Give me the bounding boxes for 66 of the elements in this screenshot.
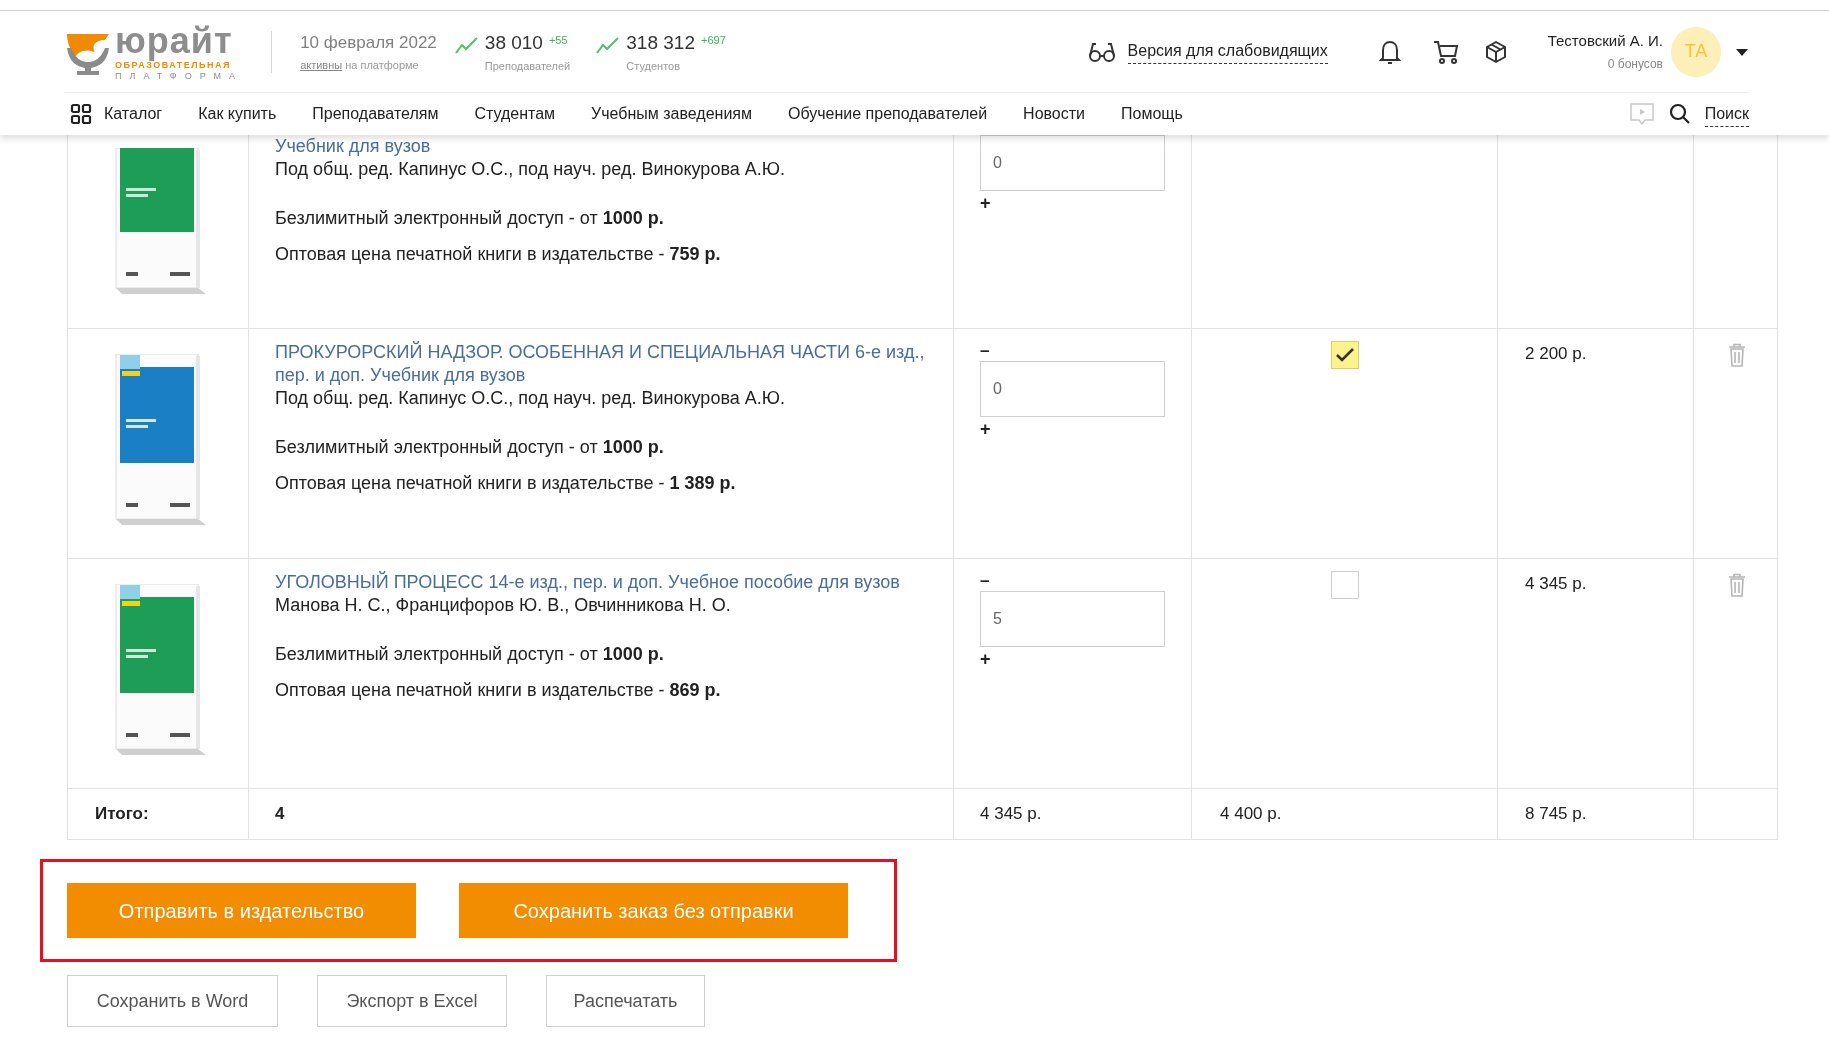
user-name[interactable]: Тестовский А. И. [1547, 30, 1663, 53]
stat-delta: +697 [700, 32, 726, 48]
access-price: Безлимитный электронный доступ - от 1000 р. [275, 436, 665, 459]
book-authors: Под общ. ред. Капинус О.С., под науч. ред. Винокурова А.Ю. [275, 387, 786, 410]
stat-caption: Преподавателей [484, 59, 571, 74]
nav-link[interactable]: Как купить [198, 102, 277, 126]
nav-link[interactable]: Обучение преподавателей [788, 102, 988, 126]
low-vision-version-link[interactable]: Версия для слабовидящих [1127, 39, 1328, 64]
book-title-link[interactable]: УГОЛОВНЫЙ ПРОЦЕСС 14-е изд., пер. и доп. Учебное пособие для вузов [275, 571, 933, 594]
logo-tagline: ПЛАТФОРМА [115, 71, 244, 81]
secondary-button[interactable]: Сохранить в Word [67, 975, 278, 1027]
wholesale-price: Оптовая цена печатной книги в издательстве - 869 р. [275, 679, 722, 702]
stat-delta: +55 [548, 32, 568, 48]
quantity-field[interactable]: 0 [980, 135, 1165, 191]
stat-value: 318 312 [626, 30, 695, 55]
nav-link[interactable]: Новости [1023, 102, 1085, 126]
increase-button[interactable]: + [980, 649, 991, 669]
grid-icon [70, 103, 92, 125]
checkbox[interactable] [1330, 571, 1359, 599]
total-count: 4 [275, 803, 285, 826]
active-users-caption: на платформе [345, 58, 419, 73]
increase-button[interactable]: + [980, 419, 991, 439]
secondary-button[interactable]: Экспорт в Excel [317, 975, 507, 1027]
nav-link[interactable]: Каталог [104, 102, 163, 126]
date-label: 10 февраля 2022 [300, 31, 437, 54]
nav-link[interactable]: Помощь [1121, 102, 1183, 126]
bonus-count: 0 бонусов [1607, 55, 1663, 73]
trend-up-icon [596, 34, 621, 55]
item-price: 2 200 р. [1525, 344, 1587, 363]
stat-value: 38 010 [484, 30, 543, 55]
book-title-link[interactable]: ПРОКУРОРСКИЙ НАДЗОР. ОСОБЕННАЯ И СПЕЦИАЛЬНАЯ ЧАСТИ 6-е изд., пер. и доп. Учебник для вузов [275, 341, 933, 387]
decrease-button[interactable]: – [980, 571, 990, 591]
checkbox[interactable] [1330, 341, 1359, 369]
wholesale-price: Оптовая цена печатной книги в издательстве - 1 389 р. [275, 472, 737, 495]
quantity-field[interactable]: 5 [980, 591, 1165, 647]
caret-icon[interactable] [1735, 46, 1749, 57]
item-price: 4 345 р. [1525, 574, 1587, 593]
nav-link[interactable]: Учебным заведениям [591, 102, 752, 126]
trend-up-icon [454, 34, 479, 55]
search-icon[interactable] [1668, 103, 1691, 125]
active-users-link[interactable]: активны [300, 57, 343, 74]
secondary-button[interactable]: Распечатать [546, 975, 705, 1027]
cart-icon[interactable] [1431, 38, 1460, 65]
bell-icon[interactable] [1377, 38, 1402, 65]
check-icon [1334, 347, 1355, 363]
glasses-icon [1087, 40, 1116, 63]
book-authors: Под общ. ред. Капинус О.С., под науч. ред. Винокурова А.Ю. [275, 158, 786, 181]
total-sum: 4 345 р. [980, 803, 1042, 826]
nav-link[interactable]: Студентам [474, 102, 556, 126]
book-title-link[interactable]: Учебник для вузов [275, 135, 933, 158]
access-price: Безлимитный электронный доступ - от 1000 р. [275, 207, 665, 230]
nav-link[interactable]: Преподавателям [312, 102, 439, 126]
total-sum: 8 745 р. [1525, 803, 1587, 826]
logo-tagline: ОБРАЗОВАТЕЛЬНАЯ [115, 60, 233, 70]
increase-button[interactable]: + [980, 193, 991, 213]
wholesale-price: Оптовая цена печатной книги в издательстве - 759 р. [275, 243, 722, 266]
logo-wordmark: юрайт [115, 22, 234, 60]
box-icon[interactable] [1483, 39, 1508, 64]
total-sum: 4 400 р. [1220, 803, 1282, 826]
book-authors: Манова Н. С., Францифоров Ю. В., Овчинникова Н. О. [275, 594, 732, 617]
decrease-button[interactable]: – [980, 341, 990, 361]
search-link[interactable]: Поиск [1704, 101, 1749, 127]
total-label: Итого: [95, 803, 149, 826]
quantity-field[interactable]: 0 [980, 361, 1165, 417]
stat-caption: Студентов [626, 59, 681, 74]
access-price: Безлимитный электронный доступ - от 1000 р. [275, 643, 665, 666]
